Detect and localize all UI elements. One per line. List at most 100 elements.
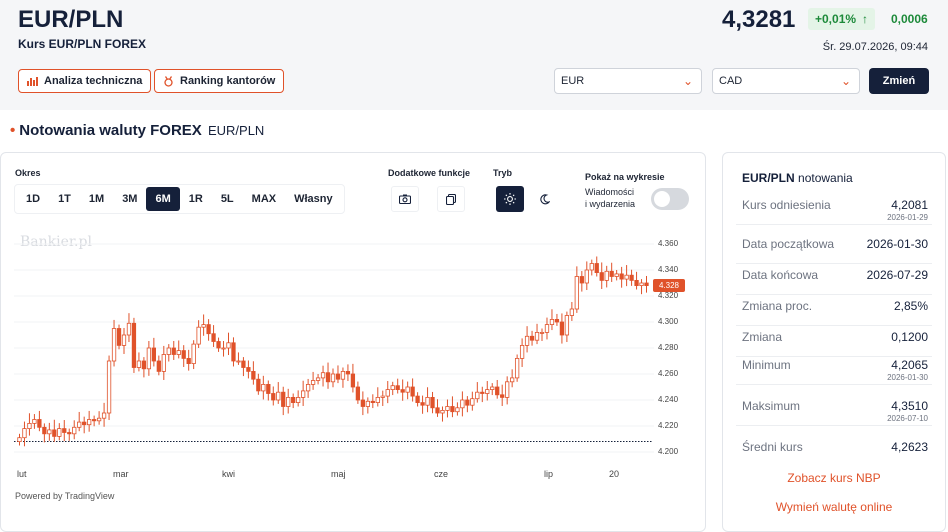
candle-body [320, 372, 326, 379]
divider [736, 224, 932, 225]
candle-body [465, 399, 470, 406]
candle-body [594, 263, 599, 273]
mode-label: Tryb [493, 168, 513, 178]
candle-body [246, 367, 251, 372]
candle-body [17, 437, 22, 442]
x-tick-label: mar [113, 469, 129, 479]
nbp-rate-link[interactable]: Zobacz kurs NBP [722, 471, 946, 485]
candle-body [360, 399, 366, 407]
candle-body [300, 390, 306, 398]
candle-body [106, 360, 112, 414]
candle-body [181, 350, 186, 359]
change-percent-badge: +0,01% ↑ [808, 8, 876, 30]
period-button[interactable]: MAX [243, 187, 285, 211]
candle-body [604, 270, 609, 281]
candle-body [281, 391, 286, 407]
news-label-2: i wydarzenia [585, 199, 636, 209]
period-button[interactable]: Własny [285, 187, 342, 211]
candle-body [330, 373, 336, 383]
candle-body [101, 412, 107, 419]
candle-body [475, 391, 480, 400]
price-chart[interactable] [14, 236, 654, 460]
candle-body [340, 370, 346, 380]
summary-row-value: 2026-01-30 [866, 237, 928, 251]
camera-icon [399, 194, 411, 204]
candle-body [445, 406, 450, 411]
candle-body [335, 373, 341, 380]
period-button[interactable]: 1D [17, 187, 49, 211]
candle-body [539, 332, 545, 334]
news-events-toggle[interactable] [651, 188, 689, 210]
candle-body [146, 347, 152, 370]
copy-button[interactable] [437, 186, 465, 212]
candle-body [72, 426, 77, 435]
candle-body [490, 386, 495, 390]
technical-analysis-button[interactable]: Analiza techniczna [18, 69, 152, 93]
summary-row-date: 2026-01-29 [887, 213, 928, 222]
summary-row-label: Maksimum [742, 399, 801, 413]
candle-body [629, 274, 634, 281]
candle-body [574, 276, 579, 310]
candle-body [355, 386, 361, 401]
candle-body [216, 341, 221, 349]
chevron-down-icon: ⌄ [682, 74, 693, 88]
candle-body [241, 360, 246, 368]
candle-body [236, 360, 241, 363]
candle-body [609, 270, 614, 277]
period-button[interactable]: 6M [146, 187, 180, 211]
candle-body [544, 324, 550, 333]
y-tick-label: 4.260 [658, 369, 679, 378]
candle-body [435, 407, 440, 414]
candle-body [589, 263, 594, 271]
candle-body [91, 419, 97, 422]
candle-body [42, 426, 47, 435]
divider [736, 294, 932, 295]
period-button[interactable]: 1M [80, 187, 113, 211]
divider [736, 425, 932, 426]
technical-analysis-label: Analiza techniczna [44, 74, 143, 87]
candle-body [375, 396, 380, 403]
period-button[interactable]: 3M [113, 187, 146, 211]
moon-icon [539, 193, 550, 204]
period-button[interactable]: 1T [49, 187, 80, 211]
dark-mode-button[interactable] [530, 186, 558, 212]
summary-row-label: Data początkowa [742, 237, 835, 251]
candle-body [121, 334, 127, 346]
summary-row-value: 4,3510 [891, 399, 928, 413]
summary-row-value: 2,85% [893, 299, 928, 313]
candle-body [529, 335, 535, 341]
period-button[interactable]: 5L [212, 187, 243, 211]
summary-title-rest: notowania [798, 171, 853, 185]
candle-body [126, 322, 132, 336]
candle-body [176, 350, 181, 355]
candle-body [549, 319, 555, 326]
summary-row-label: Data końcowa [742, 268, 819, 282]
light-mode-button[interactable] [496, 186, 524, 212]
screenshot-button[interactable] [391, 186, 419, 212]
candle-body [116, 328, 122, 346]
candle-body [166, 347, 171, 355]
candle-body [171, 347, 176, 355]
y-tick-label: 4.360 [658, 239, 679, 248]
exchange-online-link[interactable]: Wymień walutę online [722, 500, 946, 514]
powered-by-tradingview[interactable]: Powered by TradingView [15, 491, 114, 501]
x-tick-label: lut [17, 469, 27, 479]
summary-row-label: Kurs odniesienia [742, 198, 831, 212]
candle-body [286, 396, 291, 407]
candle-body [579, 276, 584, 284]
candle-body [644, 282, 649, 286]
quote-datetime: Śr. 29.07.2026, 09:44 [822, 41, 928, 53]
period-button[interactable]: 1R [180, 187, 212, 211]
ranking-button[interactable]: Ranking kantorów [154, 69, 285, 93]
from-currency-select[interactable]: EUR ⌄ [554, 68, 702, 94]
candle-body [27, 422, 32, 429]
candle-body [564, 315, 570, 336]
candle-body [296, 396, 301, 403]
candle-body [455, 407, 460, 413]
y-tick-label: 4.300 [658, 317, 679, 326]
summary-row-value: 2026-07-29 [866, 268, 928, 282]
change-percent: +0,01% [815, 12, 857, 26]
candle-body [291, 396, 296, 403]
to-currency-select[interactable]: CAD ⌄ [712, 68, 860, 94]
change-currency-button[interactable]: Zmień [869, 68, 929, 94]
